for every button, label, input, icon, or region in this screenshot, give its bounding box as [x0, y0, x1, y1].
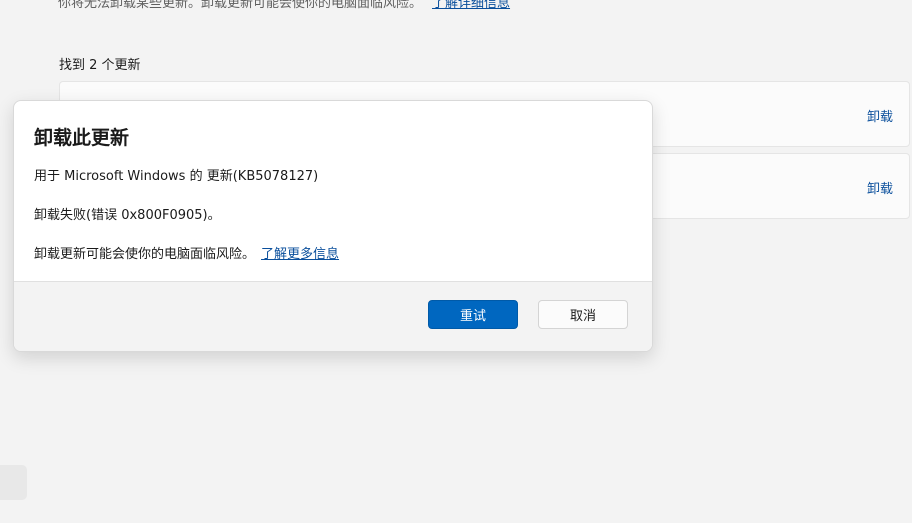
error-message-text: 卸载失败(错误 0x800F0905)。	[34, 208, 221, 223]
uninstall-link[interactable]: 卸载	[867, 106, 893, 125]
uninstall-notice: 你将无法卸载某些更新。卸载更新可能会使你的电脑面临风险。 了解详细信息	[58, 0, 510, 11]
update-name-text: 用于 Microsoft Windows 的 更新(KB5078127)	[34, 169, 319, 184]
uninstall-dialog: 卸载此更新 用于 Microsoft Windows 的 更新(KB507812…	[13, 100, 653, 352]
uninstall-link[interactable]: 卸载	[867, 178, 893, 197]
settings-page: 你将无法卸载某些更新。卸载更新可能会使你的电脑面临风险。 了解详细信息 找到 2 …	[0, 0, 912, 523]
dialog-footer: 重试 取消	[14, 281, 652, 351]
sidebar-stub	[0, 465, 27, 500]
uninstall-notice-text: 你将无法卸载某些更新。卸载更新可能会使你的电脑面临风险。	[58, 0, 423, 11]
updates-found-label: 找到 2 个更新	[59, 58, 141, 73]
retry-button[interactable]: 重试	[428, 300, 518, 329]
cancel-button[interactable]: 取消	[538, 300, 628, 329]
learn-details-link[interactable]: 了解详细信息	[432, 0, 510, 11]
learn-more-link[interactable]: 了解更多信息	[261, 247, 339, 262]
dialog-title: 卸载此更新	[34, 127, 130, 149]
risk-warning: 卸载更新可能会使你的电脑面临风险。 了解更多信息	[34, 243, 339, 262]
risk-warning-text: 卸载更新可能会使你的电脑面临风险。	[34, 247, 256, 262]
